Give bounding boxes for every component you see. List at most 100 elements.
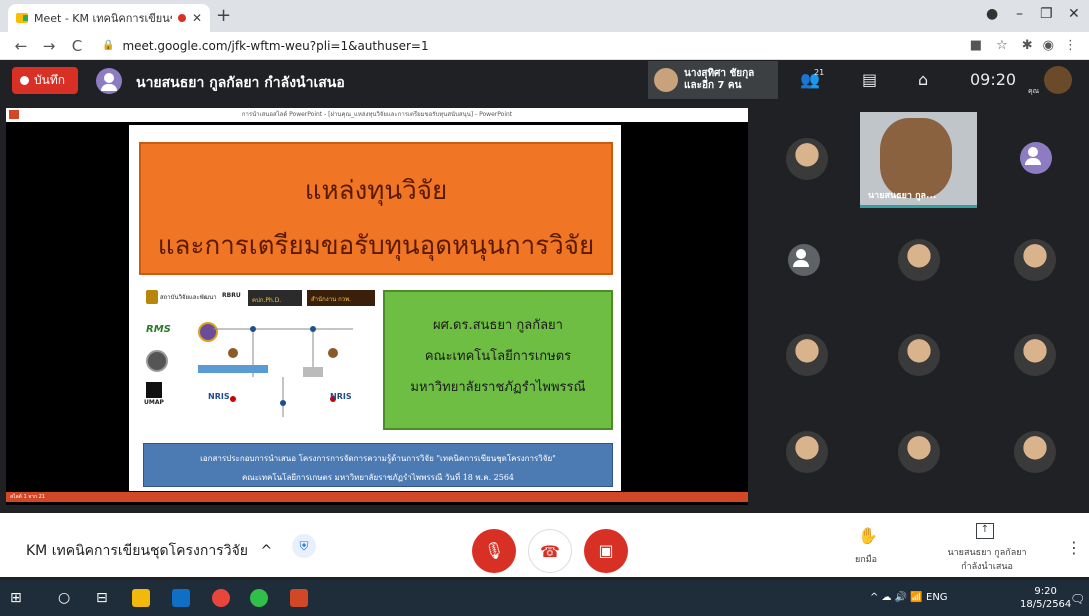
people-count: 21 bbox=[814, 68, 825, 77]
ministry-seal-icon bbox=[146, 350, 168, 372]
back-button[interactable]: ← bbox=[10, 37, 32, 55]
camera-icon[interactable]: ■ bbox=[970, 38, 982, 53]
camera-off-button[interactable]: ▣ bbox=[584, 529, 628, 573]
present-now-icon[interactable]: ↑ bbox=[976, 523, 994, 539]
slide-title-box: แหล่งทุนวิจัย และการเตรียมขอรับทุนอุดหนุ… bbox=[139, 142, 613, 275]
reload-button[interactable]: C bbox=[66, 37, 88, 55]
umap-logo-text: UMAP bbox=[144, 399, 164, 406]
file-explorer-icon[interactable] bbox=[132, 589, 150, 607]
umap-logo-icon bbox=[146, 382, 162, 398]
footer-line2: คณะเทคโนโลยีการเกษตร มหาวิทยาลัยราชภัฏรำ… bbox=[241, 473, 515, 482]
active-speaker-video bbox=[880, 118, 952, 198]
browser-menu-icon[interactable]: ⋮ bbox=[1064, 38, 1077, 53]
participant-tile bbox=[898, 334, 940, 376]
participant-avatar bbox=[1020, 142, 1052, 174]
tray-icons: ^ ☁ 🔊 📶 bbox=[870, 592, 926, 603]
forward-button[interactable]: → bbox=[38, 37, 60, 55]
phone-hangup-icon: ☎ bbox=[540, 542, 560, 561]
participant-avatar bbox=[654, 68, 678, 92]
self-label: คุณ bbox=[1028, 87, 1040, 95]
presenting-text: นายสนธยา กูลกัลยา กำลังนำเสนอ bbox=[136, 75, 345, 91]
system-tray[interactable]: ^ ☁ 🔊 📶 ENG bbox=[870, 592, 948, 603]
tab-close-button[interactable]: ✕ bbox=[192, 11, 202, 25]
mail-icon[interactable] bbox=[172, 589, 190, 607]
chevron-up-icon: ^ bbox=[260, 543, 273, 559]
presenting-label[interactable]: นายสนธยา กูลกัลยา กำลังนำเสนอ bbox=[940, 545, 1034, 573]
ppt-slide-number: สไลด์ 1 จาก 21 bbox=[10, 494, 45, 500]
input-language[interactable]: ENG bbox=[926, 592, 948, 603]
powerpoint-icon bbox=[9, 110, 19, 119]
url-field[interactable]: meet.google.com/jfk-wftm-weu?pli=1&authu… bbox=[122, 39, 428, 53]
record-label: บันทึก bbox=[34, 73, 65, 87]
self-avatar bbox=[1044, 66, 1072, 94]
slide-title-line2: และการเตรียมขอรับทุนอุดหนุนการวิจัย bbox=[157, 231, 595, 261]
presenter-info-box: ผศ.ดร.สนธยา กูลกัลยา คณะเทคโนโลยีการเกษต… bbox=[383, 290, 613, 430]
raise-hand-icon[interactable]: ✋ bbox=[858, 526, 878, 545]
extensions-icon[interactable]: ✱ bbox=[1022, 38, 1033, 53]
taskbar-clock[interactable]: 9:20 18/5/2564 bbox=[1020, 585, 1071, 611]
recording-dot-icon bbox=[177, 14, 186, 22]
nris-logo-right: NRIS bbox=[330, 392, 352, 401]
line-icon[interactable] bbox=[250, 589, 268, 607]
other-presenters-box[interactable]: นางสุทิศา ชัยกุล และอีก 7 คน bbox=[648, 61, 778, 99]
task-view-icon[interactable]: ⊟ bbox=[96, 590, 108, 606]
profile-avatar-icon[interactable]: ◉ bbox=[1043, 38, 1054, 53]
university-name: มหาวิทยาลัยราชภัฏรำไพพรรณี bbox=[410, 380, 586, 395]
meet-favicon-icon bbox=[16, 13, 28, 23]
shield-icon[interactable]: ⛨ bbox=[292, 534, 316, 558]
presenter-name: ผศ.ดร.สนธยา กูลกัลยา bbox=[433, 318, 563, 333]
maximize-button[interactable]: ❐ bbox=[1040, 6, 1053, 22]
participant-tile bbox=[1014, 239, 1056, 281]
camera-off-icon: ▣ bbox=[598, 541, 614, 560]
taskbar-date: 18/5/2564 bbox=[1020, 599, 1072, 610]
chat-icon[interactable]: ▤ bbox=[862, 70, 877, 89]
powerpoint-taskbar-icon[interactable] bbox=[290, 589, 308, 607]
participant-avatar bbox=[788, 244, 820, 276]
faculty-name: คณะเทคโนโลยีการเกษตร bbox=[424, 349, 572, 364]
browser-tab[interactable]: Meet - KM เทคนิคการเขียนชุดโครงการวิจัย … bbox=[8, 4, 210, 32]
participant-tile bbox=[786, 431, 828, 473]
search-icon[interactable]: ○ bbox=[58, 590, 70, 606]
participant-tile bbox=[786, 334, 828, 376]
bookmark-star-icon[interactable]: ☆ bbox=[996, 38, 1008, 53]
recording-button[interactable]: บันทึก bbox=[12, 67, 78, 94]
mic-off-button[interactable]: 🎙 bbox=[472, 529, 516, 573]
close-window-button[interactable]: ✕ bbox=[1068, 6, 1080, 22]
minimize-button[interactable]: – bbox=[1016, 6, 1023, 22]
leave-call-button[interactable]: ☎ bbox=[528, 529, 572, 573]
lock-icon[interactable]: 🔒 bbox=[102, 40, 114, 51]
phd-logo-text: คปก.Ph.D. bbox=[252, 297, 282, 304]
meeting-clock: 09:20 bbox=[970, 70, 1017, 89]
rbru-logo-text: RBRU bbox=[222, 292, 241, 299]
slide-title-line1: แหล่งทุนวิจัย bbox=[304, 176, 448, 206]
active-speaker-name: นายสนธยา กูล... bbox=[868, 191, 937, 201]
activities-icon[interactable]: ⌂ bbox=[918, 70, 928, 89]
phd-logo: คปก.Ph.D. bbox=[248, 290, 302, 306]
participant-tile bbox=[1014, 334, 1056, 376]
slide-footer-box: เอกสารประกอบการนำเสนอ โครงการการจัดการคว… bbox=[143, 443, 613, 487]
other-presenter-name: นางสุทิศา ชัยกุล bbox=[684, 68, 755, 79]
nrct-logo: สำนักงาน กวพ. bbox=[307, 290, 375, 306]
nrct-logo-text: สำนักงาน กวพ. bbox=[311, 296, 351, 303]
participant-tile bbox=[786, 138, 828, 180]
presenting-label-line1: นายสนธยา กูลกัลยา bbox=[947, 548, 1027, 558]
ppt-status-bar bbox=[6, 492, 748, 502]
others-count: และอีก 7 คน bbox=[684, 80, 742, 91]
more-options-icon[interactable]: ⋮ bbox=[1066, 538, 1082, 557]
windows-start-icon[interactable]: ⊞ bbox=[10, 590, 22, 606]
notifications-icon[interactable]: 🗨 bbox=[1070, 592, 1085, 606]
ppt-window-title: การนำเสนอสไลด์ PowerPoint - [ผ่านคุณ_แหล… bbox=[6, 108, 748, 122]
presenter-avatar bbox=[96, 68, 122, 94]
record-dot-icon bbox=[20, 76, 29, 85]
tab-title: Meet - KM เทคนิคการเขียนชุดโครงการวิจัย bbox=[34, 12, 172, 25]
meeting-name: KM เทคนิคการเขียนชุดโครงการวิจัย bbox=[26, 543, 248, 559]
participant-tile bbox=[898, 431, 940, 473]
new-tab-button[interactable]: + bbox=[216, 5, 231, 26]
chrome-icon[interactable] bbox=[212, 589, 230, 607]
taskbar-time: 9:20 bbox=[1034, 586, 1057, 597]
browser-profile-icon[interactable]: ● bbox=[986, 6, 998, 22]
meeting-details-button[interactable]: KM เทคนิคการเขียนชุดโครงการวิจัย ^ bbox=[26, 540, 272, 562]
presenting-label-line2: กำลังนำเสนอ bbox=[961, 562, 1013, 572]
rdi-logo-text: สถาบันวิจัยและพัฒนา bbox=[160, 294, 217, 301]
footer-line1: เอกสารประกอบการนำเสนอ โครงการการจัดการคว… bbox=[200, 454, 556, 463]
